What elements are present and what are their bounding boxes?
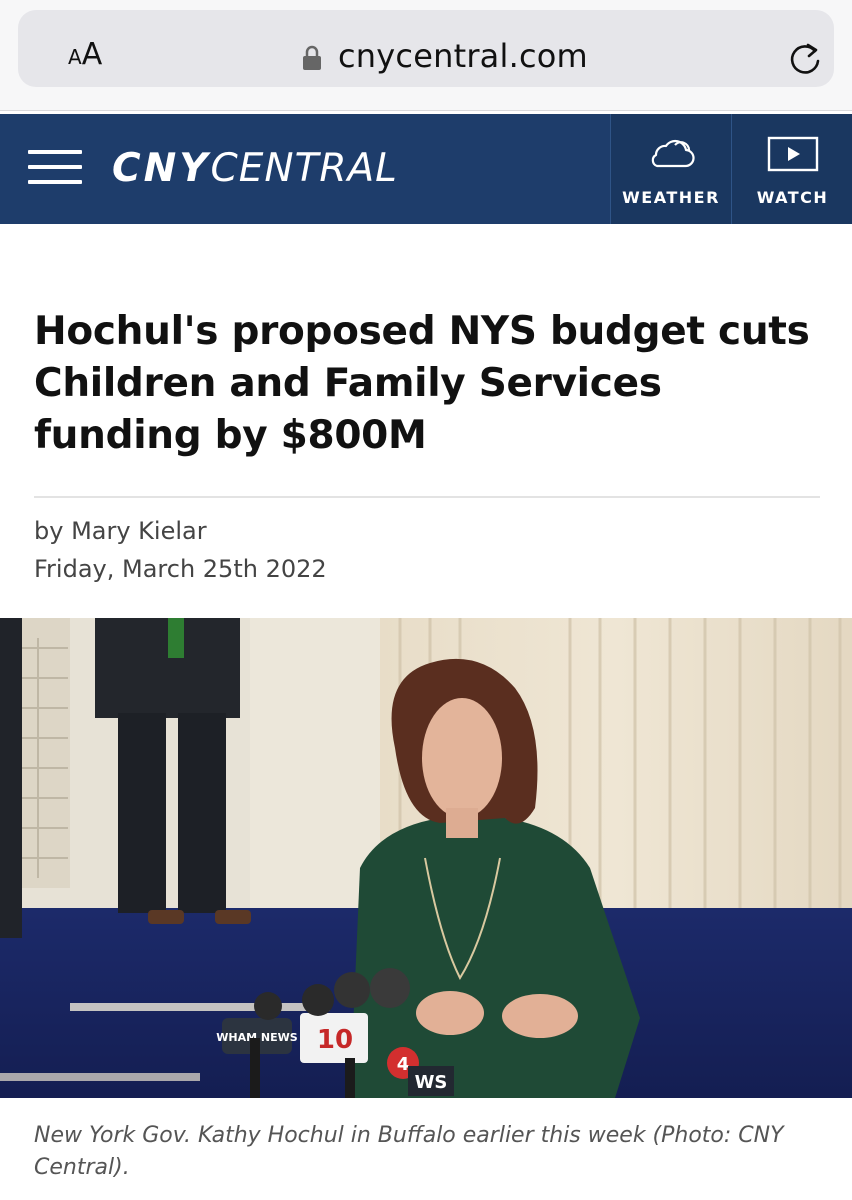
cloud-icon — [651, 139, 695, 168]
menu-icon[interactable] — [28, 150, 82, 190]
weather-button[interactable]: WEATHER — [610, 114, 731, 224]
watch-button[interactable]: WATCH — [731, 114, 852, 224]
article-headline: Hochul's proposed NYS budget cuts Childr… — [34, 309, 810, 458]
reader-text-size-button[interactable]: AA — [68, 37, 102, 72]
site-header: CNYCENTRAL WEATHER WATCH — [0, 114, 852, 224]
watch-label: WATCH — [756, 188, 829, 207]
reload-icon[interactable] — [786, 40, 824, 78]
browser-toolbar: AA cnycentral.com — [0, 0, 852, 111]
publish-date: Friday, March 25th 2022 — [34, 555, 327, 583]
weather-label: WEATHER — [622, 188, 720, 207]
photo-illustration: WHAM NEWS 10 4 WS — [0, 618, 852, 1098]
mic-flag-10: 10 — [317, 1025, 353, 1055]
url-text[interactable]: cnycentral.com — [338, 37, 588, 75]
lock-icon — [303, 45, 321, 70]
divider — [34, 496, 820, 498]
address-bar[interactable]: AA cnycentral.com — [18, 10, 834, 87]
site-logo[interactable]: CNYCENTRAL — [112, 144, 398, 194]
photo-caption: New York Gov. Kathy Hochul in Buffalo ea… — [34, 1123, 784, 1180]
play-icon — [767, 136, 818, 172]
byline[interactable]: by Mary Kielar — [34, 517, 207, 545]
article-photo[interactable]: WHAM NEWS 10 4 WS — [0, 618, 852, 1098]
mic-flag-4: 4 — [397, 1054, 410, 1075]
mic-flag-ws: WS — [415, 1072, 448, 1093]
